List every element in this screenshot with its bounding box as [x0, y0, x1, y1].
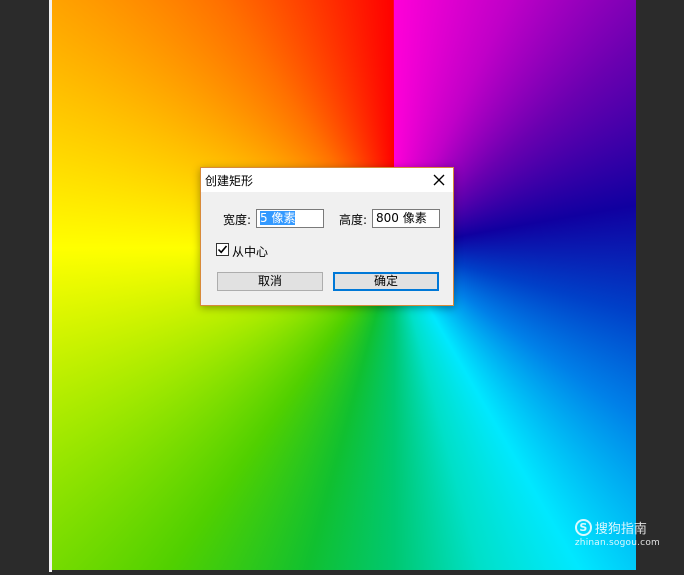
from-center-checkbox[interactable]	[216, 243, 229, 256]
height-label: 高度:	[339, 213, 368, 227]
from-center-label[interactable]: 从中心	[232, 243, 268, 260]
ok-button[interactable]: 确定	[333, 272, 439, 291]
watermark-url: zhinan.sogou.com	[574, 538, 660, 548]
close-button[interactable]	[429, 170, 449, 190]
checkmark-icon	[217, 245, 228, 254]
workspace: 创建矩形 宽度: 5 像素 高度: 800 像素 从中心 取消 确定 S 搜狗指…	[0, 0, 684, 575]
sogou-watermark: S 搜狗指南 zhinan.sogou.com	[574, 518, 660, 548]
create-rectangle-dialog: 创建矩形 宽度: 5 像素 高度: 800 像素 从中心 取消 确定	[200, 167, 454, 306]
width-input-value: 5 像素	[260, 211, 296, 225]
height-input-value: 800 像素	[376, 211, 427, 225]
close-icon	[433, 174, 445, 186]
sogou-logo-icon: S	[574, 519, 592, 536]
width-label: 宽度:	[223, 213, 252, 227]
canvas-bottom-strip	[52, 570, 636, 575]
cancel-button[interactable]: 取消	[217, 272, 323, 291]
width-input[interactable]: 5 像素	[256, 209, 324, 228]
height-input[interactable]: 800 像素	[372, 209, 440, 228]
watermark-text: 搜狗指南	[594, 522, 647, 537]
dialog-title: 创建矩形	[205, 174, 254, 188]
dialog-titlebar[interactable]: 创建矩形	[201, 168, 453, 192]
